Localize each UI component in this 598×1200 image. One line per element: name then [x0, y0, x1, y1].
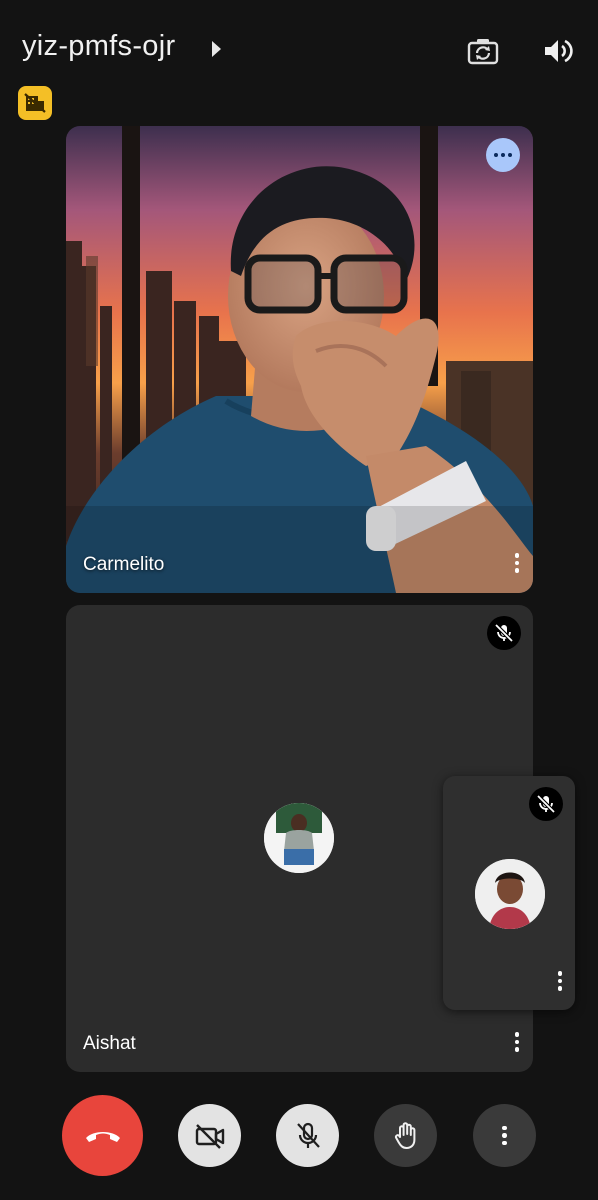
end-call-button[interactable]	[62, 1095, 143, 1176]
mic-off-indicator-icon	[487, 616, 521, 650]
more-options-button[interactable]	[486, 138, 520, 172]
self-avatar	[475, 859, 545, 929]
end-call-icon	[85, 1131, 120, 1142]
toggle-camera-button[interactable]	[178, 1104, 241, 1167]
tile-menu-icon[interactable]	[548, 966, 572, 996]
tile-menu-icon[interactable]	[505, 548, 529, 578]
participant-name: Aishat	[83, 1033, 136, 1054]
meeting-code[interactable]: yiz-pmfs-ojr	[22, 30, 175, 63]
camera-off-icon	[195, 1123, 224, 1149]
more-options-button[interactable]	[473, 1104, 536, 1167]
no-sync-badge-icon[interactable]	[18, 86, 52, 120]
speaker-icon[interactable]	[542, 35, 574, 67]
participant-avatar	[264, 803, 334, 873]
toggle-mic-button[interactable]	[276, 1104, 339, 1167]
self-preview-tile[interactable]	[443, 776, 575, 1010]
participant-name: Carmelito	[83, 554, 165, 575]
switch-camera-icon[interactable]	[466, 34, 500, 68]
more-vert-icon	[493, 1121, 517, 1151]
raise-hand-button[interactable]	[374, 1104, 437, 1167]
video-feed	[66, 126, 533, 593]
arrow-right-icon[interactable]	[212, 41, 221, 57]
participant-tile-main[interactable]: Carmelito	[66, 126, 533, 593]
raise-hand-icon	[394, 1121, 415, 1149]
tile-menu-icon[interactable]	[505, 1027, 529, 1057]
more-horiz-icon	[494, 153, 512, 157]
mic-off-indicator-icon	[529, 787, 563, 821]
mic-off-icon	[296, 1122, 320, 1148]
